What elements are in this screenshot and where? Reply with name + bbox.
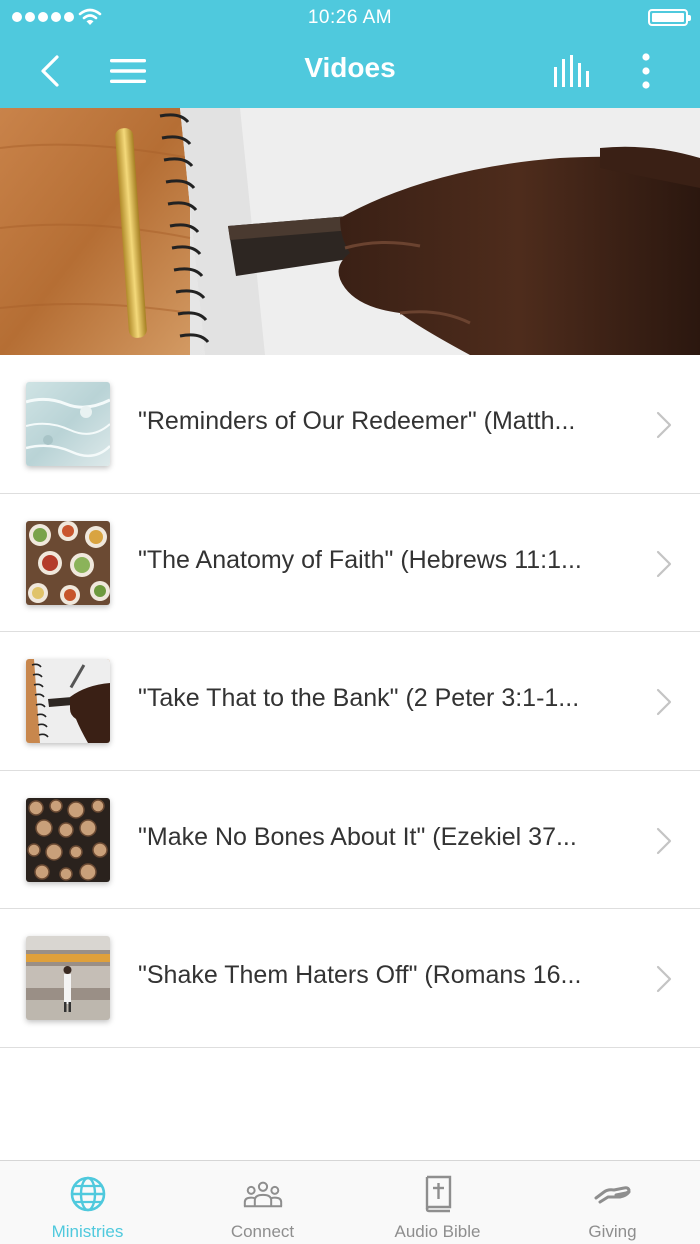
video-list-item[interactable]: "The Anatomy of Faith" (Hebrews 11:1... [0, 494, 700, 633]
tab-ministries[interactable]: Ministries [0, 1161, 175, 1244]
chevron-right-icon [656, 550, 672, 577]
video-thumbnail [26, 797, 110, 882]
tab-audio-bible[interactable]: Audio Bible [350, 1161, 525, 1244]
tab-giving[interactable]: Giving [525, 1161, 700, 1244]
chevron-right-icon [656, 411, 672, 439]
video-thumbnail [26, 520, 110, 605]
tab-label: Connect [230, 1222, 295, 1241]
battery-icon [648, 9, 691, 26]
video-title: "The Anatomy of Faith" (Hebrews 11:1... [138, 545, 582, 574]
video-list: "Reminders of Our Redeemer" (Matth... "T… [0, 355, 700, 1048]
people-icon [243, 1175, 283, 1213]
video-title: "Take That to the Bank" (2 Peter 3:1-1..… [138, 684, 580, 713]
bible-icon [418, 1175, 458, 1213]
globe-icon [68, 1175, 108, 1213]
video-title: "Shake Them Haters Off" (Romans 16... [138, 961, 582, 990]
tab-label: Audio Bible [394, 1222, 481, 1241]
tab-label: Giving [588, 1222, 637, 1241]
status-time: 10:26 AM [307, 7, 393, 28]
video-thumbnail [26, 659, 110, 744]
more-vertical-icon [642, 53, 650, 89]
tab-bar: Ministries Connect Audio Bible Giving [0, 1160, 700, 1244]
audio-levels-button[interactable] [548, 48, 596, 94]
tab-label: Ministries [51, 1222, 124, 1241]
video-thumbnail [26, 382, 110, 466]
tab-connect[interactable]: Connect [175, 1161, 350, 1244]
video-list-item[interactable]: "Make No Bones About It" (Ezekiel 37... [0, 771, 700, 910]
video-thumbnail [26, 936, 110, 1021]
top-bar: 10:26 AM Vidoes [0, 0, 700, 108]
video-title: "Reminders of Our Redeemer" (Matth... [138, 407, 576, 435]
video-list-item[interactable]: "Reminders of Our Redeemer" (Matth... [0, 355, 700, 494]
chevron-right-icon [656, 689, 672, 716]
chevron-right-icon [656, 966, 672, 993]
hero-image [0, 108, 700, 355]
hero-notebook-illustration [0, 108, 700, 355]
more-options-button[interactable] [628, 48, 664, 94]
video-list-item[interactable]: "Shake Them Haters Off" (Romans 16... [0, 909, 700, 1048]
video-list-item[interactable]: "Take That to the Bank" (2 Peter 3:1-1..… [0, 632, 700, 771]
giving-hand-icon [593, 1175, 633, 1213]
status-bar: 10:26 AM [0, 0, 700, 36]
video-title: "Make No Bones About It" (Ezekiel 37... [138, 822, 577, 851]
chevron-right-icon [656, 827, 672, 854]
audio-levels-icon [554, 55, 589, 87]
